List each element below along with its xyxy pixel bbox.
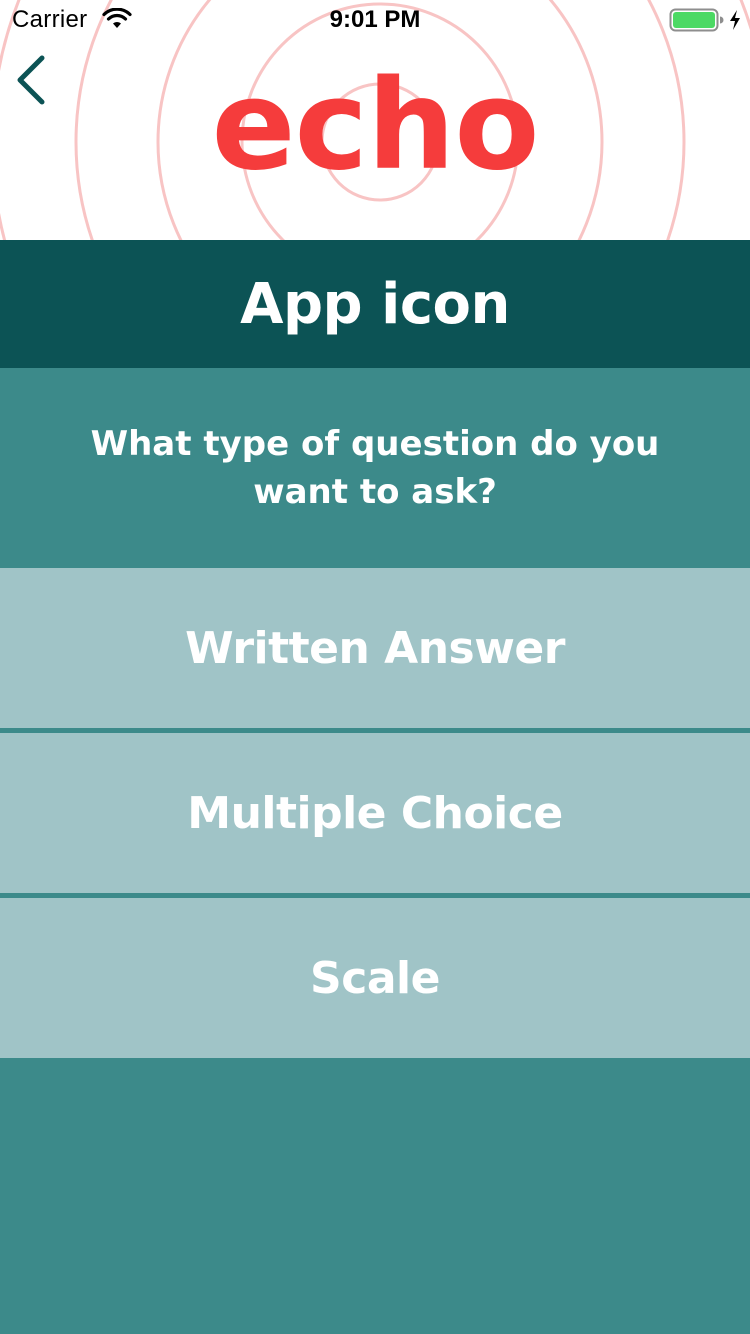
charging-bolt-icon [730, 10, 740, 30]
page-title: App icon [240, 271, 510, 337]
multiple-choice-option[interactable]: Multiple Choice [0, 733, 750, 893]
written-answer-option[interactable]: Written Answer [0, 568, 750, 728]
clock: 9:01 PM [329, 6, 421, 33]
prompt-text: What type of question do you want to ask… [90, 424, 660, 512]
battery-icon [669, 8, 724, 32]
header: Carrier 9:01 PM echo [0, 0, 750, 240]
status-bar: Carrier 9:01 PM [0, 0, 750, 40]
question-type-screen: Carrier 9:01 PM echo App icon What type … [0, 0, 750, 1334]
empty-area [0, 1058, 750, 1334]
echo-logo: echo [211, 54, 539, 198]
title-bar: App icon [0, 240, 750, 368]
option-label: Multiple Choice [187, 787, 563, 839]
question-prompt: What type of question do you want to ask… [0, 368, 750, 568]
option-label: Written Answer [185, 622, 565, 674]
option-label: Scale [310, 952, 440, 1004]
scale-option[interactable]: Scale [0, 898, 750, 1058]
